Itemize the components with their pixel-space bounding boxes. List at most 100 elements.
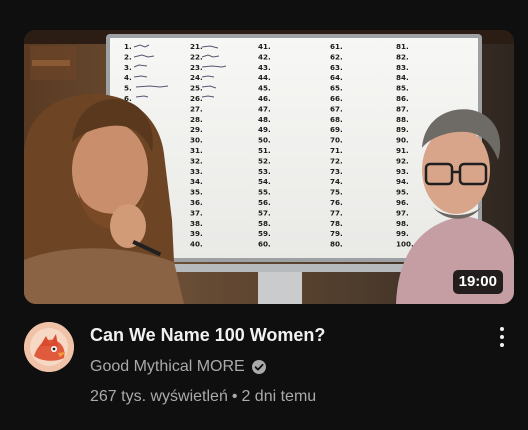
- video-stats: 267 tys. wyświetleń • 2 dni temu: [90, 386, 316, 408]
- thumbnail-image: 1.2.3.4.5.6.7.8.9.10.11.12.13.14.15.16.1…: [24, 30, 514, 304]
- board-number: 41.: [258, 42, 271, 51]
- board-number: 96.: [396, 198, 409, 207]
- board-number: 97.: [396, 208, 409, 217]
- board-number: 59.: [258, 229, 271, 238]
- board-number: 70.: [330, 136, 343, 145]
- video-card: 1.2.3.4.5.6.7.8.9.10.11.12.13.14.15.16.1…: [0, 0, 528, 430]
- board-number: 26.: [190, 94, 203, 103]
- more-options-button[interactable]: [490, 322, 514, 352]
- board-number: 100.: [396, 240, 414, 249]
- board-number: 51.: [258, 146, 271, 155]
- board-number: 78.: [330, 219, 343, 228]
- board-number: 81.: [396, 42, 409, 51]
- board-number: 91.: [396, 146, 409, 155]
- board-number: 2.: [124, 52, 132, 61]
- board-number: 28.: [190, 115, 203, 124]
- board-number: 53.: [258, 167, 271, 176]
- board-number: 94.: [396, 177, 409, 186]
- board-number: 47.: [258, 104, 271, 113]
- board-number: 48.: [258, 115, 271, 124]
- board-number: 62.: [330, 52, 343, 61]
- board-number: 33.: [190, 167, 203, 176]
- board-number: 3.: [124, 63, 132, 72]
- board-number: 5.: [124, 84, 132, 93]
- board-number: 29.: [190, 125, 203, 134]
- board-number: 74.: [330, 177, 343, 186]
- channel-avatar-icon: [24, 322, 74, 372]
- channel-name[interactable]: Good Mythical MORE: [90, 356, 245, 378]
- board-number: 1.: [124, 42, 132, 51]
- board-number: 37.: [190, 208, 203, 217]
- vertical-dots-icon: [500, 327, 504, 331]
- board-number: 61.: [330, 42, 343, 51]
- board-number: 57.: [258, 208, 271, 217]
- board-number: 71.: [330, 146, 343, 155]
- board-number: 52.: [258, 156, 271, 165]
- board-number: 88.: [396, 115, 409, 124]
- board-number: 54.: [258, 177, 271, 186]
- board-number: 92.: [396, 156, 409, 165]
- board-number: 55.: [258, 188, 271, 197]
- board-number: 36.: [190, 198, 203, 207]
- board-number: 93.: [396, 167, 409, 176]
- board-number: 35.: [190, 188, 203, 197]
- board-number: 80.: [330, 240, 343, 249]
- board-number: 56.: [258, 198, 271, 207]
- board-number: 82.: [396, 52, 409, 61]
- board-number: 42.: [258, 52, 271, 61]
- board-number: 49.: [258, 125, 271, 134]
- board-number: 83.: [396, 63, 409, 72]
- board-number: 60.: [258, 240, 271, 249]
- view-count: 267 tys. wyświetleń: [90, 388, 228, 405]
- board-number: 45.: [258, 84, 271, 93]
- board-number: 24.: [190, 73, 203, 82]
- board-number: 43.: [258, 63, 271, 72]
- board-number: 77.: [330, 208, 343, 217]
- board-number: 69.: [330, 125, 343, 134]
- board-number: 72.: [330, 156, 343, 165]
- board-number: 86.: [396, 94, 409, 103]
- board-number: 90.: [396, 136, 409, 145]
- board-number: 27.: [190, 104, 203, 113]
- board-number: 68.: [330, 115, 343, 124]
- board-number: 23.: [190, 63, 203, 72]
- stats-separator: •: [231, 388, 238, 405]
- board-number: 95.: [396, 188, 409, 197]
- board-number: 40.: [190, 240, 203, 249]
- board-number: 44.: [258, 73, 271, 82]
- board-number: 31.: [190, 146, 203, 155]
- board-number: 99.: [396, 229, 409, 238]
- board-number: 76.: [330, 198, 343, 207]
- board-number: 65.: [330, 84, 343, 93]
- board-number: 38.: [190, 219, 203, 228]
- board-number: 4.: [124, 73, 132, 82]
- board-number: 67.: [330, 104, 343, 113]
- board-number: 85.: [396, 84, 409, 93]
- board-number: 30.: [190, 136, 203, 145]
- board-number: 63.: [330, 63, 343, 72]
- board-number: 46.: [258, 94, 271, 103]
- board-number: 58.: [258, 219, 271, 228]
- board-number: 25.: [190, 84, 203, 93]
- upload-age: 2 dni temu: [241, 388, 317, 405]
- board-number: 79.: [330, 229, 343, 238]
- duration-badge: 19:00: [452, 270, 503, 294]
- board-number: 22.: [190, 52, 203, 61]
- board-number: 34.: [190, 177, 203, 186]
- channel-row: Good Mythical MORE: [90, 356, 267, 378]
- board-number: 21.: [190, 42, 203, 51]
- video-thumbnail[interactable]: 1.2.3.4.5.6.7.8.9.10.11.12.13.14.15.16.1…: [24, 30, 514, 304]
- board-number: 87.: [396, 104, 409, 113]
- video-title[interactable]: Can We Name 100 Women?: [90, 322, 325, 348]
- board-number: 98.: [396, 219, 409, 228]
- board-number: 73.: [330, 167, 343, 176]
- video-meta: Can We Name 100 Women? Good Mythical MOR…: [24, 318, 514, 418]
- board-number: 89.: [396, 125, 409, 134]
- board-number: 75.: [330, 188, 343, 197]
- board-number: 39.: [190, 229, 203, 238]
- board-number: 64.: [330, 73, 343, 82]
- board-number: 32.: [190, 156, 203, 165]
- board-number: 50.: [258, 136, 271, 145]
- board-number: 84.: [396, 73, 409, 82]
- channel-avatar[interactable]: [24, 322, 74, 372]
